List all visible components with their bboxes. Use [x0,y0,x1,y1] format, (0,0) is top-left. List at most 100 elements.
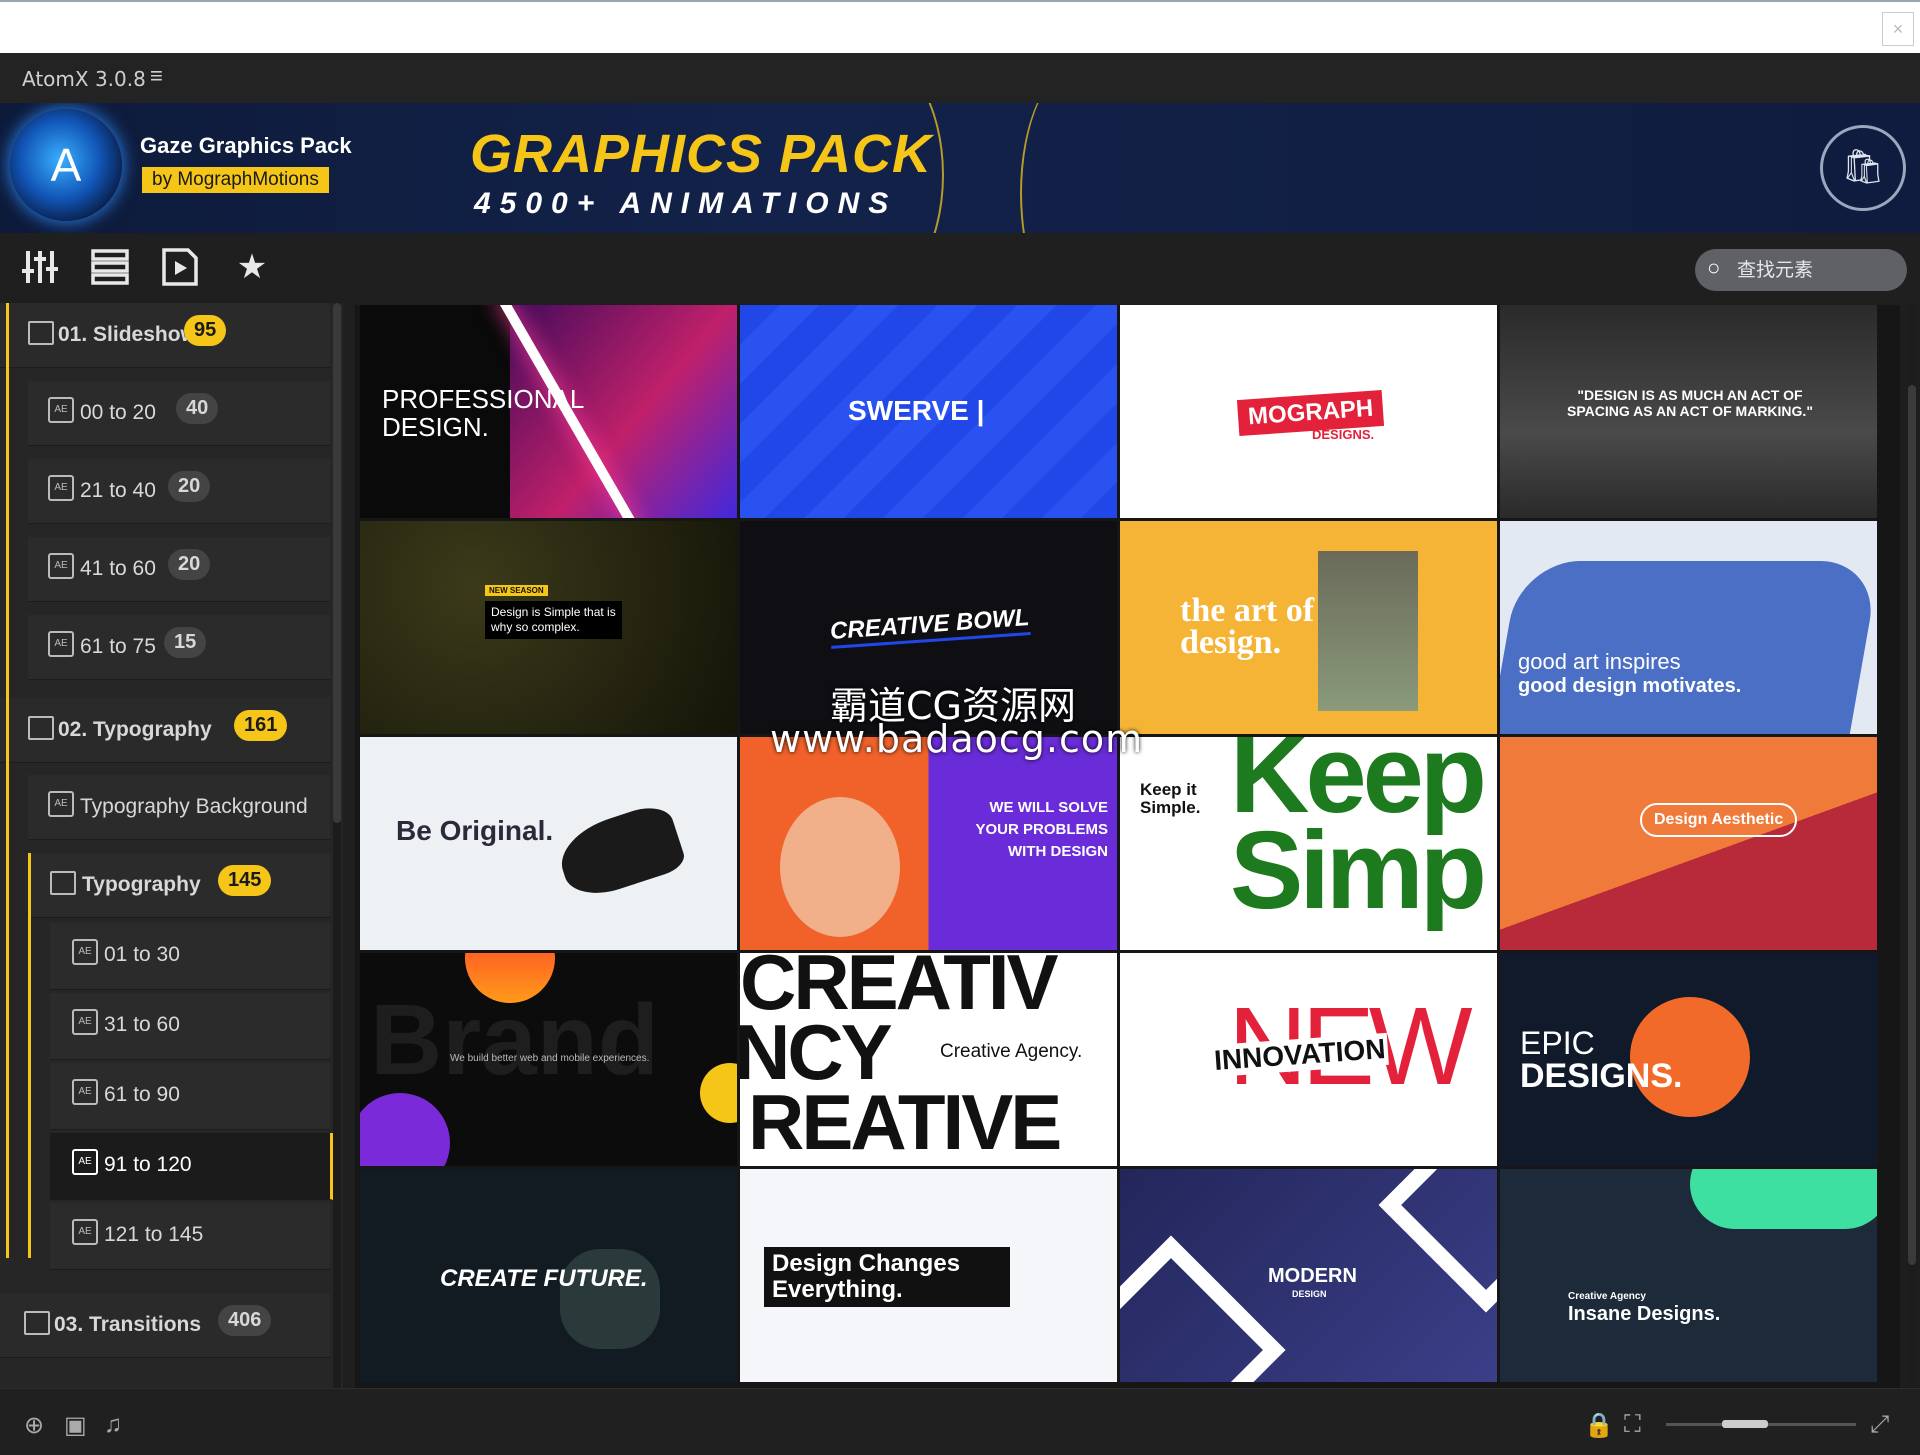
count-badge: 145 [218,865,272,896]
sidebar-item-00-to-20[interactable]: AE 00 to 20 40 [28,381,330,446]
folder-icon [24,1311,50,1335]
template-thumbnail[interactable]: the art of design. [1120,521,1497,734]
scrollbar-thumb[interactable] [333,303,341,823]
browser-top-strip: × [0,0,1920,54]
template-thumbnail[interactable]: SWERVE | [740,305,1117,518]
template-thumbnail[interactable]: EPIC DESIGNS. [1500,953,1877,1166]
blob-shape [560,1249,660,1349]
sidebar-item-typography-background[interactable]: AE Typography Background [28,775,330,840]
sidebar-item-label: 91 to 120 [104,1153,192,1176]
sidebar-item-91-to-120[interactable]: AE 91 to 120 [50,1133,333,1200]
template-thumbnail[interactable]: MOGRAPH DESIGNS. [1120,305,1497,518]
sliders-icon[interactable] [20,247,60,287]
template-thumbnail[interactable]: NEW SEASON Design is Simple that is why … [360,521,737,734]
search-box[interactable]: ○ [1695,249,1907,291]
tile-text: Creative Agency [1568,1291,1646,1302]
sidebar-item-label: 41 to 60 [80,557,156,580]
count-badge: 20 [168,471,211,502]
sidebar-item-label: 00 to 20 [80,401,156,424]
search-icon: ○ [1707,255,1721,280]
music-icon[interactable]: ♫ [104,1411,122,1439]
frame-icon[interactable]: ⛶ [1624,1411,1641,1439]
sidebar-item-121-to-145[interactable]: AE 121 to 145 [50,1203,330,1270]
tile-text: Creative Agency. [940,1041,1083,1062]
count-badge: 95 [184,315,227,346]
sidebar-item-label: 61 to 90 [104,1083,180,1106]
list-icon[interactable] [90,247,130,287]
template-thumbnail[interactable]: Design Changes Everything. [740,1169,1117,1382]
tile-subtext: Insane Designs. [1568,1303,1721,1325]
template-thumbnail[interactable]: CREATIV NCY REATIVE Creative Agency. [740,953,1117,1166]
video-icon[interactable] [160,247,200,287]
sidebar-item-label: 121 to 145 [104,1223,204,1246]
template-thumbnail[interactable]: Be Original. [360,737,737,950]
target-icon[interactable]: ⊕ [24,1411,44,1440]
template-thumbnail[interactable]: Keep it Simple. Keep Simp [1120,737,1497,950]
sidebar-item-41-to-60[interactable]: AE 41 to 60 20 [28,537,330,602]
sidebar-item-61-to-75[interactable]: AE 61 to 75 15 [28,615,330,680]
ae-file-icon: AE [48,397,74,423]
template-thumbnail[interactable]: Design Aesthetic [1500,737,1877,950]
ae-file-icon: AE [72,1009,98,1035]
count-badge: 40 [176,393,219,424]
grid-scrollbar[interactable] [1907,305,1917,1388]
sidebar-item-01-to-30[interactable]: AE 01 to 30 [50,923,330,990]
template-thumbnail[interactable]: "DESIGN IS AS MUCH AN ACT OF SPACING AS … [1500,305,1877,518]
preview-icon[interactable]: ▣ [64,1411,87,1440]
purple-circle [360,1093,450,1166]
template-thumbnail[interactable]: MODERN DESIGN [1120,1169,1497,1382]
sidebar-item-label: 31 to 60 [104,1013,180,1036]
lock-icon[interactable]: 🔒 [1584,1411,1614,1440]
close-icon[interactable]: × [1882,12,1914,46]
tile-text: the art of design. [1180,592,1315,661]
sidebar-item-label: 01 to 30 [104,943,180,966]
sidebar-item-label: 21 to 40 [80,479,156,502]
tile-text: Design Changes Everything. [764,1247,1010,1307]
expand-icon[interactable]: ⤢ [1870,1411,1889,1439]
sidebar-item-typography-category[interactable]: 02. Typography 161 [0,698,330,763]
tile-text: Design is Simple that is why so complex. [485,601,622,639]
shopping-bag-icon[interactable]: 🛍 [1820,125,1906,211]
search-input[interactable] [1735,255,1899,285]
zoom-slider[interactable] [1666,1420,1856,1428]
app-window: AtomX 3.0.8 ≡ A Gaze Graphics Pack by Mo… [0,53,1920,1455]
category-sidebar: 01. Slideshows 95 AE 00 to 20 40 AE 21 t… [0,303,343,1388]
toolbar: ★ ○ [0,233,1920,303]
template-thumbnail[interactable]: good art inspires good design motivates. [1500,521,1877,734]
mint-shape [1690,1169,1877,1229]
sidebar-item-21-to-40[interactable]: AE 21 to 40 20 [28,459,330,524]
folder-icon [28,321,54,345]
tile-text: Keep it Simple. [1140,780,1201,817]
tile-text: MODERN [1268,1265,1357,1287]
template-thumbnail[interactable]: NEW INNOVATION [1120,953,1497,1166]
ae-file-icon: AE [48,791,74,817]
slider-knob[interactable] [1722,1420,1768,1428]
tile-text: We build better web and mobile experienc… [450,1053,650,1064]
sidebar-item-typography[interactable]: Typography 145 [28,853,330,918]
template-thumbnail[interactable]: CREATE FUTURE. [360,1169,737,1382]
sidebar-scrollbar[interactable] [333,303,341,1388]
tile-tag: NEW SEASON [485,585,548,596]
template-thumbnail[interactable]: PROFESSIONAL DESIGN. [360,305,737,518]
sidebar-item-61-to-90[interactable]: AE 61 to 90 [50,1063,330,1130]
scrollbar-thumb[interactable] [1908,385,1916,1265]
template-thumbnail[interactable]: WE WILL SOLVE YOUR PROBLEMS WITH DESIGN [740,737,1117,950]
star-icon[interactable]: ★ [232,247,272,287]
thumbnail-grid: PROFESSIONAL DESIGN. SWERVE | MOGRAPH DE… [355,305,1900,1388]
tile-bigtext: REATIVE [748,1078,1062,1166]
hamburger-menu-icon[interactable]: ≡ [150,63,163,89]
pack-author: by MographMotions [142,167,329,193]
pack-name: Gaze Graphics Pack [140,133,352,158]
decorative-curve [1020,103,1142,233]
face-photo [780,797,900,937]
sidebar-item-31-to-60[interactable]: AE 31 to 60 [50,993,330,1060]
sidebar-item-transitions[interactable]: 03. Transitions 406 [0,1293,330,1358]
tree-guide [6,303,9,717]
sidebar-item-label: 02. Typography [58,718,212,741]
template-thumbnail[interactable]: Creative Agency Insane Designs. [1500,1169,1877,1382]
template-thumbnail[interactable]: Brand We build better web and mobile exp… [360,953,737,1166]
sidebar-item-slideshows[interactable]: 01. Slideshows 95 [0,303,330,368]
tile-text: good art inspires [1518,649,1681,674]
tile-subtext: good design motivates. [1518,675,1742,697]
tile-bigtext: Keep Simp [1230,737,1487,932]
